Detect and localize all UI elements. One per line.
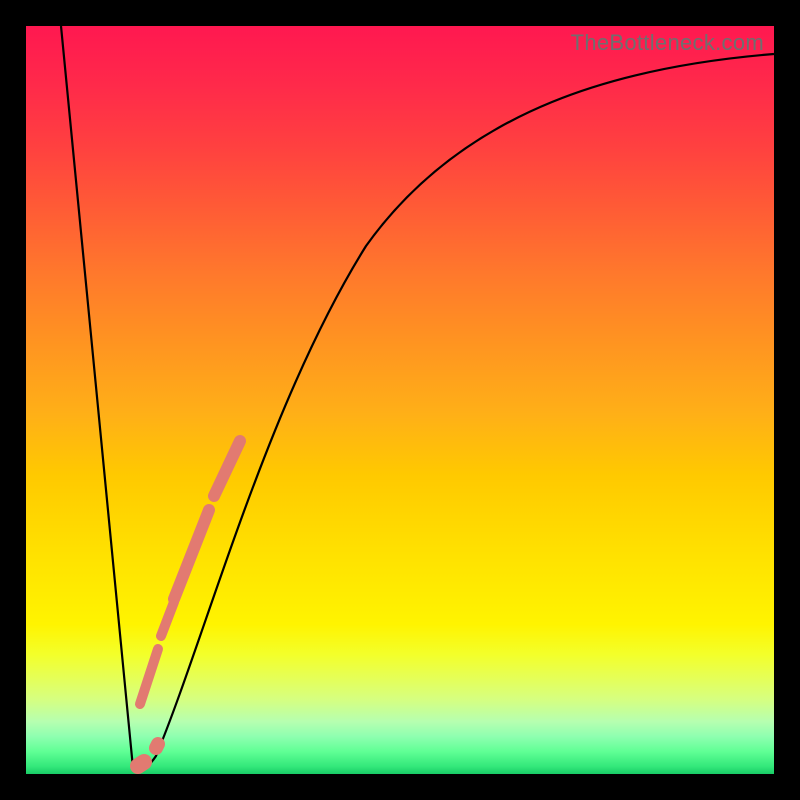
salmon-segment-2 bbox=[174, 510, 209, 599]
bottleneck-curve bbox=[61, 26, 774, 770]
salmon-segment-4 bbox=[140, 649, 158, 704]
salmon-dot-2 bbox=[138, 762, 144, 766]
chart-svg bbox=[26, 26, 774, 774]
salmon-segment-3 bbox=[161, 602, 174, 636]
salmon-dot-1 bbox=[156, 744, 158, 748]
salmon-segment-1 bbox=[214, 441, 240, 496]
chart-plot-area: TheBottleneck.com bbox=[26, 26, 774, 774]
chart-frame: TheBottleneck.com bbox=[0, 0, 800, 800]
